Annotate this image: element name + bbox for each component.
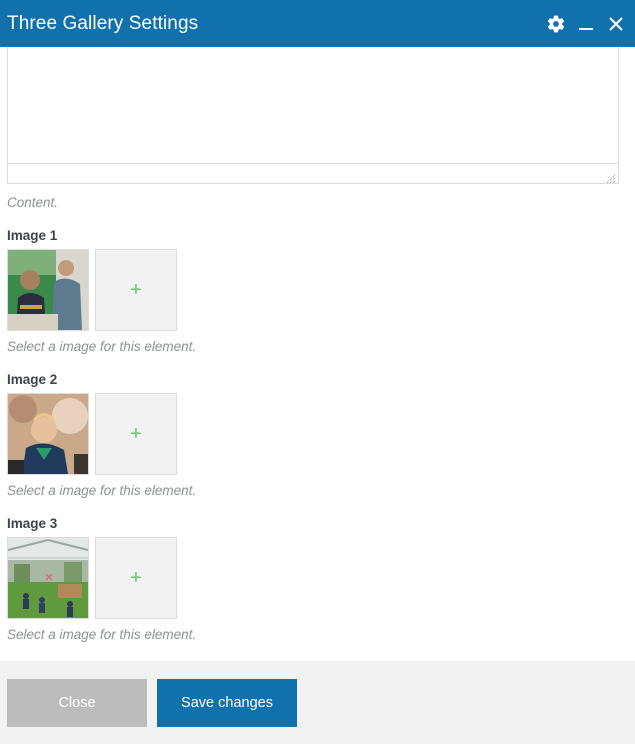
window-titlebar: Three Gallery Settings — [0, 0, 635, 47]
dialog-footer: Close Save changes — [0, 661, 635, 744]
content-textarea[interactable] — [8, 47, 618, 163]
settings-content: Content. Image 1 + Select a image for th… — [0, 47, 635, 661]
plus-icon: + — [130, 567, 142, 589]
image-field-help: Select a image for this element. — [7, 483, 197, 498]
content-help-text: Content. — [7, 195, 59, 210]
add-image-button[interactable]: + — [95, 393, 177, 475]
close-icon[interactable] — [605, 13, 627, 35]
add-image-button[interactable]: + — [95, 249, 177, 331]
image-thumbnail[interactable] — [7, 537, 89, 619]
content-editor[interactable] — [7, 47, 619, 184]
resize-handle-icon[interactable] — [606, 171, 616, 184]
plus-icon: + — [130, 423, 142, 445]
image-field-2: Image 2 + Select a image for this elemen… — [7, 372, 619, 498]
image-thumbnail[interactable] — [7, 393, 89, 475]
image-field-3: Image 3 + Select a image for this elemen… — [7, 516, 619, 642]
image-field-help: Select a image for this element. — [7, 339, 197, 354]
window-title: Three Gallery Settings — [7, 12, 199, 34]
image-field-help: Select a image for this element. — [7, 627, 197, 642]
close-button[interactable]: Close — [7, 679, 147, 727]
plus-icon: + — [130, 279, 142, 301]
image-field-label: Image 1 — [7, 228, 58, 243]
minimize-icon[interactable] — [575, 13, 597, 35]
window-controls — [545, 13, 627, 35]
gear-icon[interactable] — [545, 13, 567, 35]
image-field-1: Image 1 + Select a image for this elemen… — [7, 228, 619, 354]
add-image-button[interactable]: + — [95, 537, 177, 619]
save-changes-button[interactable]: Save changes — [157, 679, 297, 727]
image-field-label: Image 2 — [7, 372, 58, 387]
image-field-label: Image 3 — [7, 516, 58, 531]
image-thumbnail[interactable] — [7, 249, 89, 331]
editor-statusbar — [8, 163, 618, 184]
